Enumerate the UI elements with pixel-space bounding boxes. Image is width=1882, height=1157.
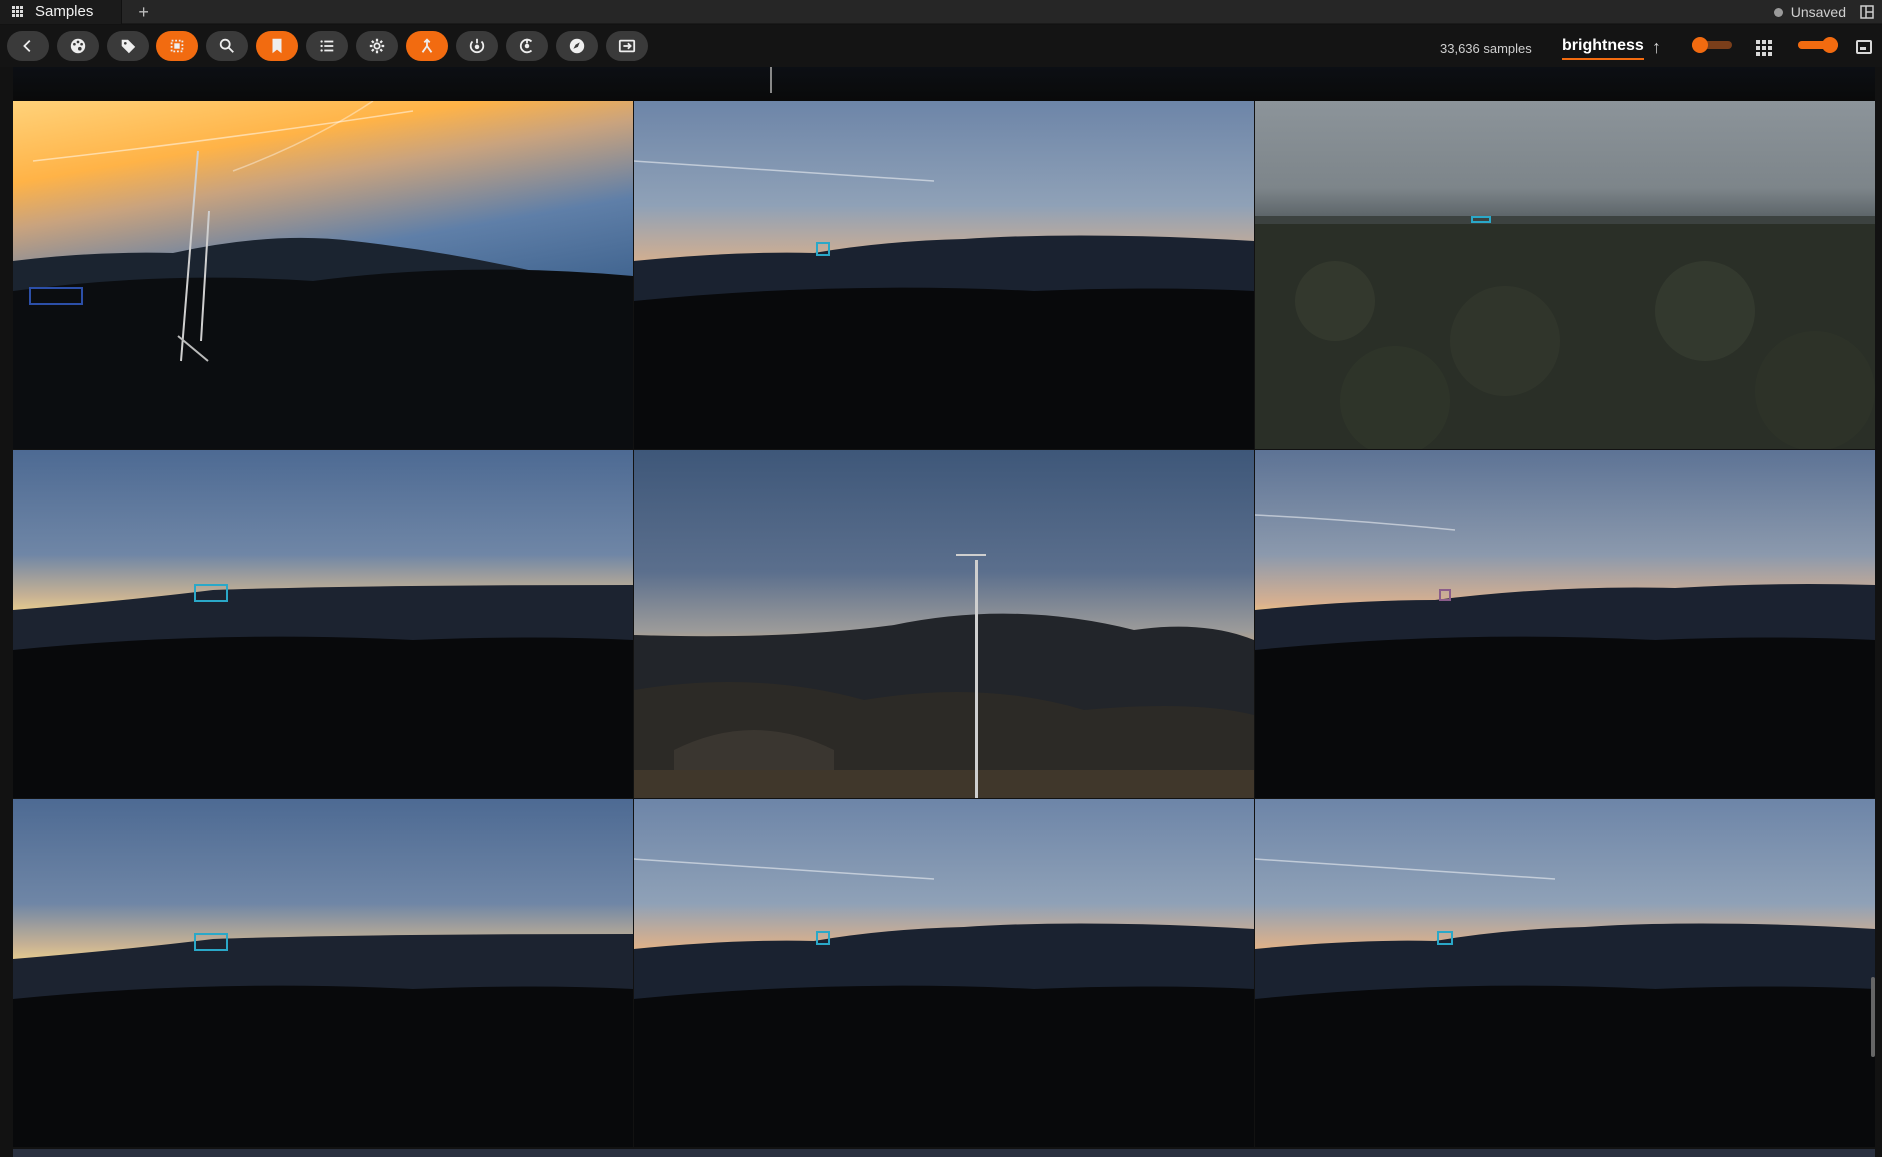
bookmark-button[interactable]	[256, 31, 298, 61]
list-icon	[320, 40, 334, 52]
sort-field-selector[interactable]: brightness	[1562, 37, 1644, 60]
tab-label: Samples	[35, 3, 94, 20]
chevron-left-icon	[23, 39, 31, 53]
bookmark-icon	[272, 38, 282, 54]
tab-samples[interactable]: Samples	[0, 0, 123, 24]
sample-tile[interactable]	[1255, 799, 1875, 1147]
thumbnail-size-slider-handle[interactable]	[1692, 37, 1708, 53]
search-button[interactable]	[206, 31, 248, 61]
new-tab-button[interactable]: +	[138, 0, 149, 24]
zoom-toggle-handle[interactable]	[1822, 37, 1838, 53]
similarity-icon	[469, 38, 485, 54]
annotation-box	[1437, 931, 1453, 945]
mountain-silhouette	[634, 160, 1254, 449]
search-icon	[219, 38, 234, 53]
zoom-toggle-slider[interactable]	[1798, 37, 1838, 53]
gallery-scrollbar[interactable]	[1871, 977, 1875, 1057]
palette-icon	[70, 38, 86, 54]
color-by-button[interactable]	[57, 31, 99, 61]
annotation-box	[816, 931, 830, 945]
select-icon	[170, 39, 184, 53]
settings-button[interactable]	[356, 31, 398, 61]
mountain-silhouette	[634, 858, 1254, 1147]
annotation-box	[1471, 216, 1491, 223]
select-all-button[interactable]	[156, 31, 198, 61]
sort-direction-arrow-up-icon[interactable]: ↑	[1652, 37, 1661, 58]
group-button[interactable]	[506, 31, 548, 61]
merge-icon	[421, 38, 433, 53]
back-button[interactable]	[7, 31, 49, 61]
similarity-button[interactable]	[456, 31, 498, 61]
sample-tile[interactable]	[1255, 101, 1875, 449]
toolbar: 33,636 samples brightness ↑	[0, 25, 1882, 67]
status-dot-icon	[1773, 7, 1783, 17]
sample-tile[interactable]	[634, 450, 1254, 798]
mountain-silhouette	[1255, 514, 1875, 798]
sample-tile[interactable]	[13, 799, 633, 1147]
weather-station-pole	[975, 560, 978, 798]
layout-icon[interactable]	[1860, 5, 1874, 19]
next-row-partial	[13, 1149, 1875, 1157]
export-button[interactable]	[606, 31, 648, 61]
operator-button[interactable]	[556, 31, 598, 61]
list-button[interactable]	[306, 31, 348, 61]
tag-icon	[121, 39, 136, 54]
gear-icon	[369, 38, 385, 54]
sample-tile[interactable]	[634, 101, 1254, 449]
mountain-silhouette	[13, 585, 633, 798]
tag-button[interactable]	[107, 31, 149, 61]
sample-tile[interactable]	[13, 101, 633, 449]
title-bar: Samples + Unsaved	[0, 0, 1882, 24]
grid-icon	[12, 6, 23, 17]
annotation-box	[194, 584, 228, 602]
sample-tile[interactable]	[1255, 450, 1875, 798]
sample-tile[interactable]	[13, 450, 633, 798]
grid-view-icon[interactable]	[1756, 40, 1772, 56]
thumbnail-size-slider[interactable]	[1692, 37, 1732, 53]
sample-grid	[13, 67, 1875, 1157]
export-icon	[618, 39, 636, 53]
group-icon	[519, 38, 533, 54]
mountain-silhouette	[13, 934, 633, 1147]
sample-tile[interactable]	[634, 799, 1254, 1147]
side-panel-icon[interactable]	[1856, 40, 1872, 54]
sample-count: 33,636 samples	[1440, 41, 1532, 56]
annotation-box	[29, 287, 83, 305]
forest-canopy	[1255, 216, 1875, 449]
mountain-silhouette	[13, 101, 633, 449]
save-status: Unsaved	[1773, 0, 1882, 24]
annotation-box	[816, 242, 830, 256]
previous-row-partial	[13, 67, 1875, 101]
annotation-box	[194, 933, 228, 951]
compass-icon	[569, 38, 585, 54]
mountain-silhouette	[1255, 858, 1875, 1147]
annotation-box	[1439, 589, 1451, 601]
mountain-landscape	[634, 613, 1254, 798]
save-status-label: Unsaved	[1790, 4, 1846, 20]
patches-button[interactable]	[406, 31, 448, 61]
